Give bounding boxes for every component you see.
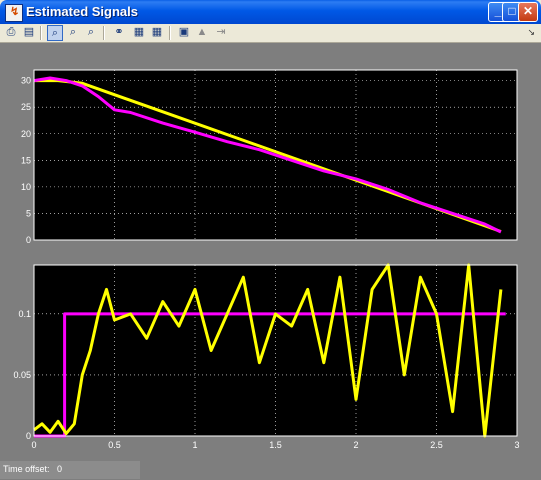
- y-tick-label: 15: [21, 155, 31, 165]
- autoscale-icon[interactable]: ⚭: [111, 25, 127, 41]
- matlab-icon: ↯: [5, 4, 23, 22]
- restore-axes-icon[interactable]: ▦: [149, 25, 165, 41]
- x-tick-label: 1.5: [269, 440, 282, 450]
- zoom-x-icon[interactable]: ⌕: [65, 25, 81, 41]
- y-tick-label: 20: [21, 129, 31, 139]
- time-offset-value: 0: [57, 464, 63, 474]
- toolbar: ⎙ ▤ ⌕ ⌕ ⌕ ⚭ ▦ ▦ ▣ ▲ ⇥ ↘: [0, 24, 541, 43]
- x-tick-label: 2: [353, 440, 358, 450]
- x-tick-label: 0.5: [108, 440, 121, 450]
- y-tick-label: 5: [26, 208, 31, 218]
- close-button[interactable]: ✕: [518, 2, 538, 22]
- float-scope-icon[interactable]: ▣: [176, 25, 192, 41]
- y-tick-label: 0: [26, 431, 31, 441]
- parameters-icon[interactable]: ▤: [21, 25, 37, 41]
- toolbar-overflow-icon[interactable]: ↘: [527, 27, 535, 38]
- zoom-y-icon[interactable]: ⌕: [83, 25, 99, 41]
- time-offset-label: Time offset:: [3, 464, 50, 474]
- lock-axes-icon: ▲: [196, 26, 208, 38]
- y-tick-label: 0: [26, 235, 31, 245]
- title-bar: ↯ Estimated Signals _ □ ✕: [0, 0, 541, 24]
- y-tick-label: 10: [21, 182, 31, 192]
- scope-area: 0 5 10 15 20 25 30 0 0.05 0.1 0 0.5 1 1.5 2 2.5 3: [0, 43, 541, 460]
- x-tick-label: 2.5: [430, 440, 443, 450]
- zoom-icon[interactable]: ⌕: [47, 25, 63, 41]
- y-tick-label: 0.05: [13, 370, 31, 380]
- print-icon[interactable]: ⎙: [3, 25, 19, 41]
- y-tick-label: 0.1: [18, 309, 31, 319]
- x-tick-label: 1: [192, 440, 197, 450]
- window-title: Estimated Signals: [26, 4, 138, 19]
- x-tick-label: 0: [31, 440, 36, 450]
- y-tick-label: 30: [21, 76, 31, 86]
- x-tick-label: 3: [514, 440, 519, 450]
- time-offset-box: Time offset: 0: [0, 461, 140, 479]
- scope-plots[interactable]: 0 5 10 15 20 25 30 0 0.05 0.1 0 0.5 1 1.5 2 2.5 3: [0, 43, 541, 460]
- y-tick-label: 25: [21, 102, 31, 112]
- status-bar: Time offset: 0: [0, 460, 541, 480]
- signal-selection-icon: ⇥: [216, 26, 226, 38]
- save-axes-icon[interactable]: ▦: [131, 25, 147, 41]
